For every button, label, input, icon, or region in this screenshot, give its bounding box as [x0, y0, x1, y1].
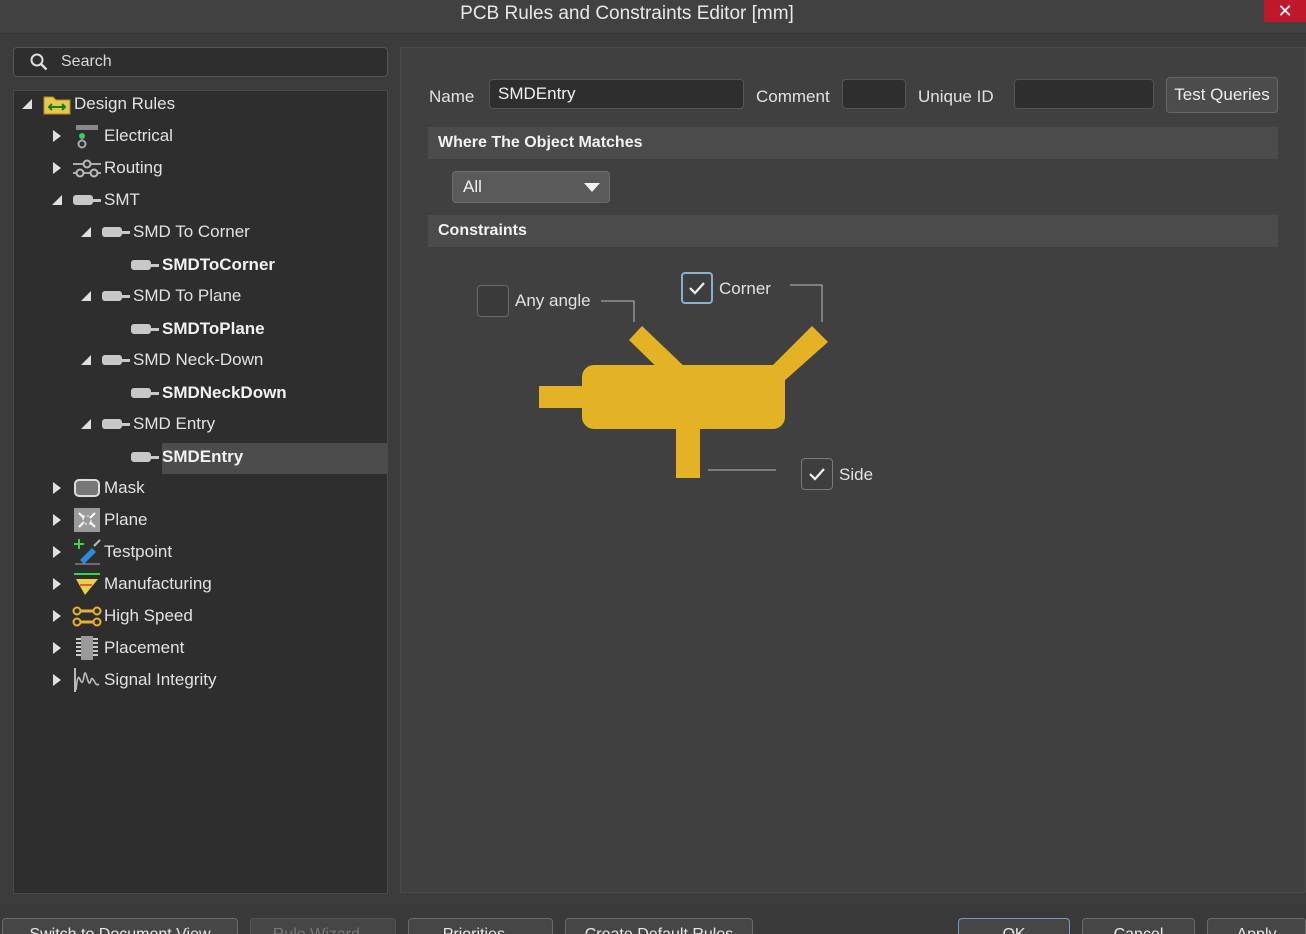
smd-entry-diagram	[539, 284, 828, 478]
create-default-rules-button[interactable]: Create Default Rules	[565, 918, 753, 934]
corner-checkbox[interactable]	[681, 272, 713, 304]
check-icon	[809, 468, 825, 481]
side-label: Side	[839, 465, 874, 484]
smd-pad-shape	[539, 326, 828, 478]
any-angle-checkbox[interactable]	[477, 285, 509, 317]
side-checkbox[interactable]	[801, 458, 833, 490]
priorities-button[interactable]: Priorities...	[408, 918, 553, 934]
rule-wizard-button[interactable]: Rule Wizard...	[250, 918, 396, 934]
check-icon	[689, 282, 705, 295]
cancel-button[interactable]: Cancel	[1082, 918, 1195, 934]
apply-button[interactable]: Apply	[1207, 918, 1306, 934]
ok-button[interactable]: OK	[958, 918, 1070, 934]
corner-label: Corner	[719, 279, 771, 298]
switch-to-document-view-button[interactable]: Switch to Document View	[2, 918, 238, 934]
any-angle-label: Any angle	[515, 291, 591, 310]
